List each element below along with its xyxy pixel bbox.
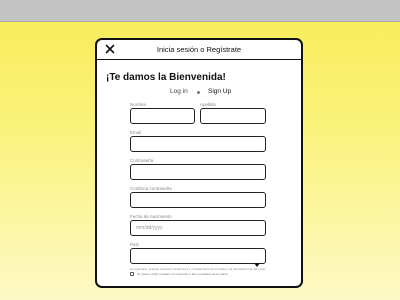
terms-text: Al registrarte, aceptas nuestras condici… xyxy=(130,267,265,271)
password-field[interactable] xyxy=(130,164,266,180)
nombre-field[interactable] xyxy=(130,108,195,124)
confirm-password-field[interactable] xyxy=(130,192,266,208)
auth-tabs: Log in Sign Up xyxy=(97,88,301,100)
birthdate-label: Fecha de nacimiento xyxy=(130,214,172,219)
password-label: Contraseña xyxy=(130,158,154,163)
email-field[interactable] xyxy=(130,136,266,152)
nombre-label: Nombre xyxy=(130,102,147,107)
apellido-field[interactable] xyxy=(200,108,266,124)
apellido-label: Apellido xyxy=(200,102,217,107)
tab-login[interactable]: Log in xyxy=(170,88,188,95)
signup-modal: Inicia sesión o Regístrate ¡Te damos la … xyxy=(95,38,303,288)
country-label: País xyxy=(130,242,140,247)
newsletter-text: Sí, quiero recibir noticias, promociones… xyxy=(137,272,229,276)
confirm-password-label: Confirma contraseña xyxy=(130,186,172,191)
tab-separator-dot xyxy=(197,91,200,94)
modal-title: Inicia sesión o Regístrate xyxy=(156,45,242,54)
browser-top-bar xyxy=(0,0,400,22)
email-label: Email xyxy=(130,130,142,135)
modal-header: Inicia sesión o Regístrate xyxy=(97,40,301,60)
tab-signup[interactable]: Sign Up xyxy=(208,88,231,95)
newsletter-checkbox[interactable] xyxy=(130,272,134,276)
birthdate-field[interactable] xyxy=(130,220,266,236)
country-select[interactable] xyxy=(130,248,266,267)
welcome-heading: ¡Te damos la Bienvenida! xyxy=(106,72,226,83)
